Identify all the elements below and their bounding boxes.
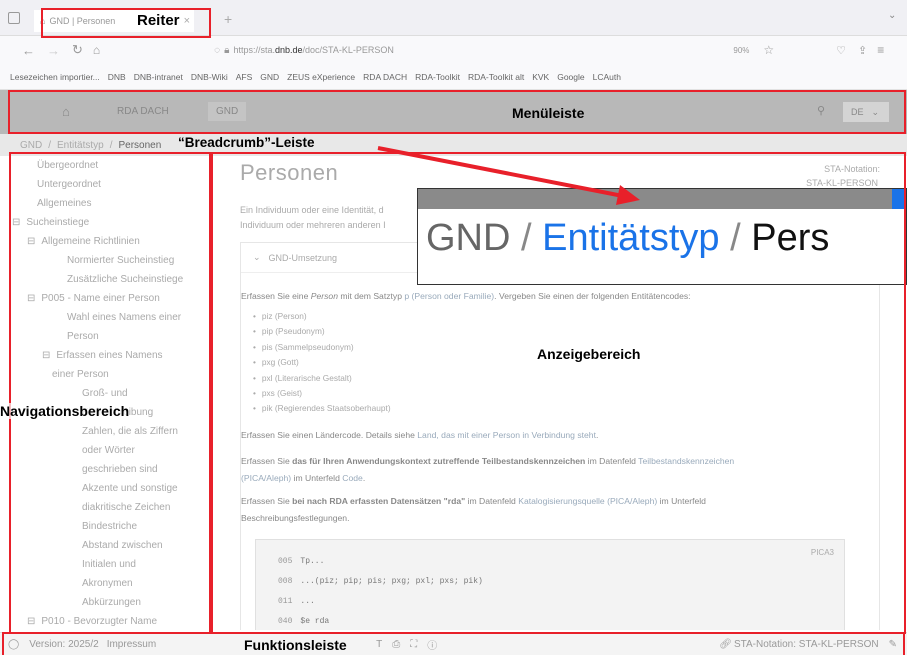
- label-reiter: Reiter: [137, 12, 180, 29]
- annotation-box-navigation: [9, 152, 211, 634]
- breadcrumb-separator: /: [48, 139, 52, 151]
- annotation-box-funktion: [2, 632, 905, 655]
- tab-list-chevron-icon[interactable]: ⌄: [888, 10, 896, 21]
- back-arrow-icon[interactable]: ←: [22, 43, 35, 58]
- shield-icon: ◌: [214, 44, 221, 56]
- bookmark-item[interactable]: DNB-Wiki: [191, 72, 228, 82]
- bookmark-star-icon[interactable]: ☆: [763, 43, 774, 57]
- menu-hamburger-icon[interactable]: ≡: [877, 43, 884, 57]
- url-domain: dnb.de: [274, 45, 303, 55]
- browser-nav-bar: ← → ↻ ⌂ ◌ 🔒︎ https://sta. dnb.de/doc/STA-…: [0, 36, 907, 64]
- breadcrumb-item-personen: Personen: [118, 139, 162, 151]
- url-prefix: https://sta.: [233, 45, 275, 55]
- lock-icon: 🔒︎: [224, 44, 230, 56]
- breadcrumb-item-gnd[interactable]: GND: [20, 140, 42, 151]
- new-tab-icon[interactable]: +: [224, 11, 232, 27]
- bookmark-item[interactable]: RDA-Toolkit: [415, 72, 460, 82]
- home-icon[interactable]: ⌂: [93, 43, 100, 57]
- label-breadcrumb: “Breadcrumb”-Leiste: [178, 135, 315, 150]
- share-icon[interactable]: ⇪: [858, 44, 867, 57]
- breadcrumb-item-entitaetstyp[interactable]: Entitätstyp: [57, 140, 104, 151]
- bookmark-item[interactable]: Lesezeichen importier...: [10, 72, 100, 82]
- reload-icon[interactable]: ↻: [72, 42, 83, 58]
- annotation-box-menueleiste: [8, 90, 906, 134]
- bookmark-item[interactable]: AFS: [236, 72, 253, 82]
- firefox-view-icon[interactable]: [8, 12, 20, 24]
- label-menueleiste: Menüleiste: [512, 105, 585, 121]
- url-bar[interactable]: ◌ 🔒︎ https://sta. dnb.de/doc/STA-KL-PERSO…: [214, 43, 774, 57]
- bookmark-item[interactable]: KVK: [532, 72, 549, 82]
- breadcrumb-separator: /: [109, 139, 113, 151]
- bookmark-item[interactable]: Google: [557, 72, 584, 82]
- zoom-level[interactable]: 90%: [733, 46, 749, 55]
- bookmark-item[interactable]: ZEUS eXperience: [287, 72, 355, 82]
- bookmark-item[interactable]: RDA-Toolkit alt: [468, 72, 524, 82]
- url-path: /doc/STA-KL-PERSON: [302, 45, 394, 55]
- forward-arrow-icon[interactable]: →: [47, 43, 60, 58]
- bookmark-item[interactable]: LCAuth: [593, 72, 621, 82]
- annotation-box-reiter: [41, 8, 211, 38]
- label-navigationsbereich: Navigationsbereich: [0, 403, 130, 419]
- bookmark-item[interactable]: DNB-intranet: [134, 72, 183, 82]
- bookmark-item[interactable]: RDA DACH: [363, 72, 407, 82]
- bookmarks-bar: Lesezeichen importier... DNB DNB-intranet D…: [0, 64, 907, 90]
- label-funktionsleiste: Funktionsleiste: [244, 637, 347, 653]
- label-anzeigebereich: Anzeigebereich: [537, 346, 641, 362]
- annotation-box-anzeige: [211, 152, 906, 634]
- pocket-icon[interactable]: ♡: [836, 44, 846, 57]
- bookmark-item[interactable]: GND: [260, 72, 279, 82]
- bookmark-item[interactable]: DNB: [108, 72, 126, 82]
